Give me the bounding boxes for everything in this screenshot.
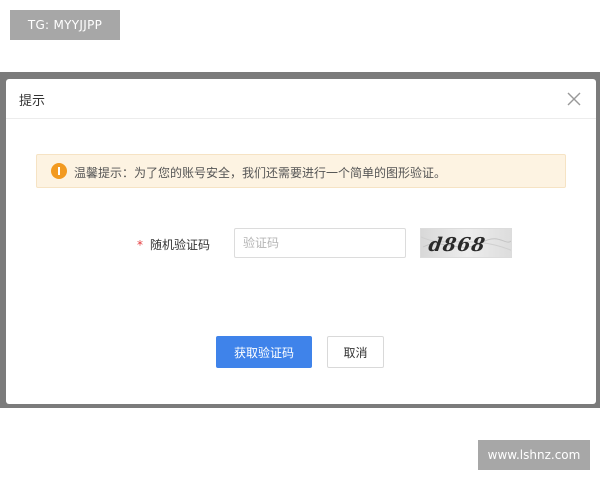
verification-dialog: 提示 温馨提示：为了您的账号安全，我们还需要进行一个简单的图形验证。 * 随机验…: [6, 79, 596, 404]
captcha-input[interactable]: [234, 228, 406, 258]
captcha-graphic: d868: [421, 229, 511, 257]
dialog-title: 提示: [19, 94, 46, 109]
watermark-top: TG: MYYJJPP: [10, 10, 120, 40]
required-mark: *: [137, 238, 143, 252]
captcha-text: d868: [427, 233, 487, 256]
warning-icon: [51, 163, 67, 179]
notice-text: 温馨提示：为了您的账号安全，我们还需要进行一个简单的图形验证。: [74, 166, 447, 180]
get-code-button[interactable]: 获取验证码: [216, 336, 312, 368]
page: 提示 温馨提示：为了您的账号安全，我们还需要进行一个简单的图形验证。 * 随机验…: [0, 0, 600, 480]
security-notice: 温馨提示：为了您的账号安全，我们还需要进行一个简单的图形验证。: [36, 154, 566, 188]
watermark-bottom: www.lshnz.com: [478, 440, 590, 470]
captcha-label: 随机验证码: [150, 238, 211, 252]
close-button[interactable]: [564, 89, 584, 109]
dialog-header: 提示: [6, 79, 596, 119]
cancel-button[interactable]: 取消: [327, 336, 384, 368]
close-icon: [567, 92, 581, 106]
captcha-image[interactable]: d868: [420, 228, 512, 258]
